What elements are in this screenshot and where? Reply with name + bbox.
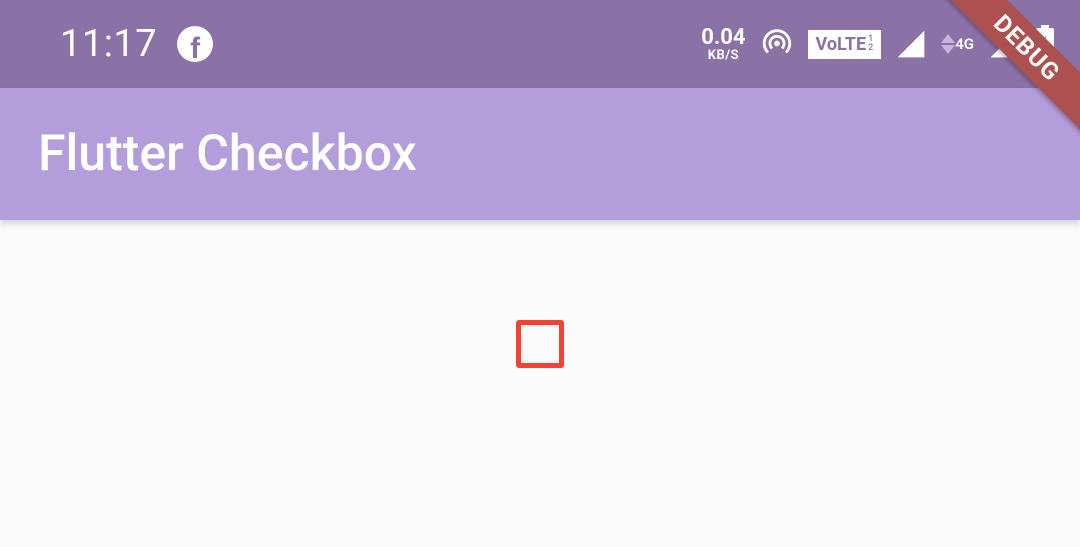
content-area	[0, 220, 1080, 368]
signal-4g-label: 4G	[955, 35, 974, 53]
app-bar-title: Flutter Checkbox	[38, 125, 417, 183]
status-left: 11:17	[60, 22, 213, 66]
network-speed-value: 0.04	[701, 27, 745, 49]
volte-label: VoLTE	[816, 34, 867, 55]
signal-group-2: 4G	[941, 34, 974, 54]
status-time: 11:17	[60, 22, 157, 66]
network-speed-indicator: 0.04 KB/S	[701, 27, 745, 62]
data-arrows-icon	[941, 34, 955, 54]
app-bar: Flutter Checkbox	[0, 88, 1080, 220]
hotspot-icon	[760, 25, 794, 63]
status-bar: 11:17 0.04 KB/S VoLTE 1 2 4G	[0, 0, 1080, 88]
network-speed-unit: KB/S	[708, 49, 739, 62]
checkbox[interactable]	[516, 320, 564, 368]
signal-icon-1	[895, 28, 927, 60]
volte-sub-icon: 1 2	[868, 35, 873, 53]
facebook-icon[interactable]	[177, 26, 213, 62]
volte-badge: VoLTE 1 2	[808, 30, 882, 59]
